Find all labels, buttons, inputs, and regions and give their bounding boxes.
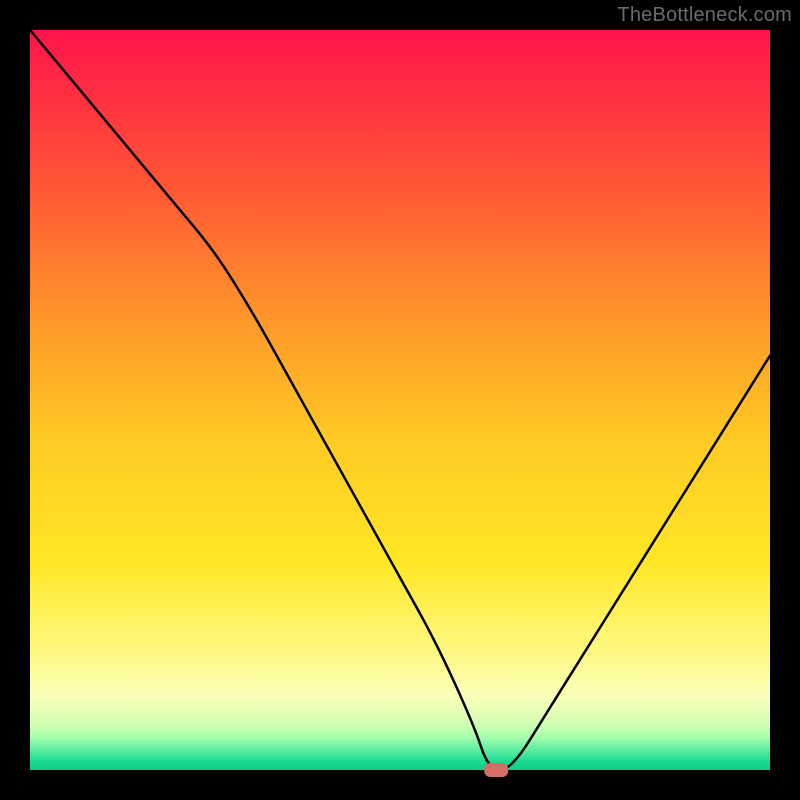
bottleneck-chart bbox=[0, 0, 800, 800]
gradient-background bbox=[30, 30, 770, 770]
chart-container: TheBottleneck.com bbox=[0, 0, 800, 800]
optimal-marker bbox=[484, 763, 508, 777]
watermark-label: TheBottleneck.com bbox=[617, 4, 792, 27]
